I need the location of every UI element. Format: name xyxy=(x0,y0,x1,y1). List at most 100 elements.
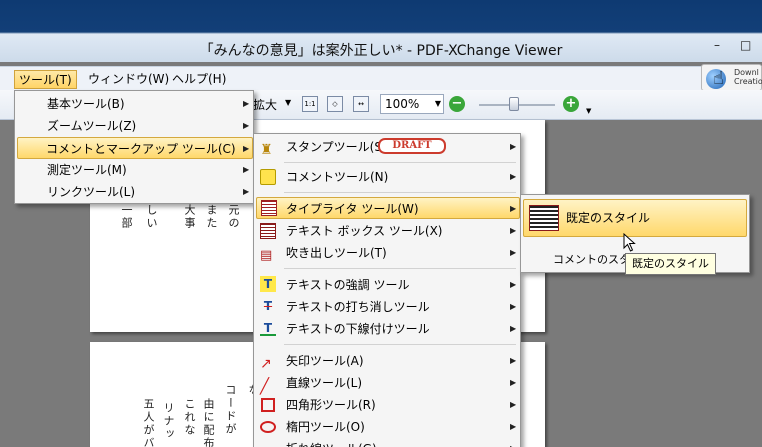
menu-item-label: 直線ツール(L) xyxy=(286,376,363,390)
chevron-right-icon: ▶ xyxy=(510,204,517,213)
highlight-text-icon: T xyxy=(260,276,276,292)
menu-item-label: テキストの打ち消しツール xyxy=(286,300,430,314)
page-text-column: これな xyxy=(183,398,196,437)
chevron-right-icon: ▶ xyxy=(510,248,517,257)
menu-separator xyxy=(284,192,516,193)
typewriter-style-icon xyxy=(529,205,559,231)
chevron-right-icon: ▶ xyxy=(510,280,517,289)
fit-width-icon[interactable]: ↔ xyxy=(353,96,369,112)
hand-pointer-icon: ☝ xyxy=(713,68,724,89)
tools-menu-item-basic[interactable]: 基本ツール(B) ▶ xyxy=(17,93,251,115)
tooltip: 既定のスタイル xyxy=(625,253,716,275)
tools-menu-item-markup[interactable]: コメントとマークアップ ツール(C) ▶ xyxy=(17,137,253,159)
style-item-default[interactable]: 既定のスタイル xyxy=(523,199,747,237)
markup-item-underline[interactable]: T テキストの下線付けツール ▶ xyxy=(256,318,518,340)
promo-text: Downl Creatio xyxy=(734,68,762,86)
menu-item-label: リンクツール(L) xyxy=(47,185,136,199)
tools-menu-item-link[interactable]: リンクツール(L) ▶ xyxy=(17,181,251,203)
page-text-column: コードが xyxy=(224,384,237,436)
markup-item-strikeout[interactable]: T テキストの打ち消しツール ▶ xyxy=(256,296,518,318)
ellipse-icon xyxy=(260,421,276,433)
chevron-down-icon[interactable]: ▼ xyxy=(435,95,441,113)
menu-item-label: 四角形ツール(R) xyxy=(286,398,376,412)
chevron-right-icon: ▶ xyxy=(510,324,517,333)
arrow-cursor-icon xyxy=(623,233,636,252)
menu-item-label: テキストの下線付けツール xyxy=(286,322,430,336)
markup-item-textbox[interactable]: テキスト ボックス ツール(X) ▶ xyxy=(256,220,518,242)
menu-separator xyxy=(284,162,516,163)
markup-item-line[interactable]: ╱ 直線ツール(L) ▶ xyxy=(256,372,518,395)
zoom-in-button[interactable]: + xyxy=(563,96,579,112)
polyline-icon: ◇ xyxy=(260,442,276,447)
markup-tools-menu: ♜ スタンプツール(S) ▶ コメントツール(N) ▶ タイプライタ ツール(W… xyxy=(253,133,521,447)
menu-separator xyxy=(284,344,516,345)
window-title: 「みんなの意見」は案外正しい* - PDF-XChange Viewer xyxy=(199,43,563,59)
menu-item-label: コメントとマークアップ ツール(C) xyxy=(46,142,236,156)
chevron-right-icon: ▶ xyxy=(243,165,250,174)
title-bar: 「みんなの意見」は案外正しい* - PDF-XChange Viewer – □ xyxy=(0,0,762,62)
page-text-column: 由に配布 xyxy=(202,398,215,447)
minimize-button[interactable]: – xyxy=(714,38,720,52)
line-icon: ╱ xyxy=(260,377,270,395)
chevron-down-icon[interactable]: ▼ xyxy=(285,98,291,107)
fit-page-icon[interactable]: ◇ xyxy=(327,96,343,112)
zoom-menu-label[interactable]: 拡大 xyxy=(253,96,277,113)
promo-line-2: Creatio xyxy=(734,77,762,86)
promo-line-1: Downl xyxy=(734,68,759,77)
markup-item-callout[interactable]: ▤ 吹き出しツール(T) ▶ xyxy=(256,242,518,264)
chevron-right-icon: ▶ xyxy=(510,172,517,181)
chevron-right-icon: ▶ xyxy=(243,99,250,108)
page-text-column: 五人がバ xyxy=(142,398,155,447)
chevron-right-icon: ▶ xyxy=(243,144,250,153)
menu-item-label: テキストの強調 ツール xyxy=(286,278,410,292)
menu-item-label: 楕円ツール(O) xyxy=(286,420,365,434)
tools-menu: 基本ツール(B) ▶ ズームツール(Z) ▶ コメントとマークアップ ツール(C… xyxy=(14,90,254,204)
menu-item-label: スタンプツール(S) xyxy=(286,140,387,154)
menu-help[interactable]: ヘルプ(H) xyxy=(168,70,230,89)
strikeout-text-icon: T xyxy=(263,299,273,313)
stamp-icon: ♜ xyxy=(260,142,273,158)
page-text-column: 一部 xyxy=(120,204,133,230)
toolbar-overflow-icon[interactable]: ▼ xyxy=(586,107,591,115)
menu-item-label: 折れ線ツール(G) xyxy=(286,438,377,447)
text-box-icon xyxy=(260,223,276,239)
zoom-out-button[interactable]: − xyxy=(449,96,465,112)
actual-size-icon[interactable]: 1:1 xyxy=(302,96,318,112)
page-text-column: また xyxy=(205,204,218,230)
menu-item-label: 測定ツール(M) xyxy=(47,163,127,177)
typewriter-icon xyxy=(261,200,277,216)
menu-bar: ツール(T) ウィンドウ(W) ヘルプ(H) xyxy=(0,66,762,90)
draft-stamp-preview: DRAFT xyxy=(378,138,446,154)
maximize-button[interactable]: □ xyxy=(740,38,751,52)
markup-item-arrow[interactable]: ↗ 矢印ツール(A) ▶ xyxy=(256,350,518,372)
chevron-right-icon: ▶ xyxy=(510,378,517,387)
page-text-column: しい xyxy=(145,204,158,230)
markup-item-rectangle[interactable]: 四角形ツール(R) ▶ xyxy=(256,394,518,416)
chevron-right-icon: ▶ xyxy=(510,422,517,431)
menu-item-label: 基本ツール(B) xyxy=(47,97,125,111)
markup-item-ellipse[interactable]: 楕円ツール(O) ▶ xyxy=(256,416,518,438)
markup-item-highlight[interactable]: T テキストの強調 ツール ▶ xyxy=(256,274,518,296)
menu-window[interactable]: ウィンドウ(W) xyxy=(84,70,173,89)
chevron-right-icon: ▶ xyxy=(510,302,517,311)
download-promo-button[interactable]: Downl Creatio xyxy=(701,64,762,91)
sticky-note-icon xyxy=(260,169,276,185)
zoom-level-field[interactable]: 100% ▼ xyxy=(380,94,444,114)
menu-tools[interactable]: ツール(T) xyxy=(14,70,77,89)
markup-item-typewriter[interactable]: タイプライタ ツール(W) ▶ xyxy=(256,197,520,219)
menu-item-label: 矢印ツール(A) xyxy=(286,354,364,368)
menu-item-label: ズームツール(Z) xyxy=(47,119,137,133)
underline-text-icon: T xyxy=(260,320,276,336)
markup-item-polyline[interactable]: ◇ 折れ線ツール(G) ▶ xyxy=(256,438,518,447)
chevron-right-icon: ▶ xyxy=(243,187,250,196)
menu-item-label: コメントツール(N) xyxy=(286,170,389,184)
markup-item-comment[interactable]: コメントツール(N) ▶ xyxy=(256,166,518,188)
tools-menu-item-measure[interactable]: 測定ツール(M) ▶ xyxy=(17,159,251,181)
tools-menu-item-zoom[interactable]: ズームツール(Z) ▶ xyxy=(17,115,251,137)
menu-item-label: 吹き出しツール(T) xyxy=(286,246,387,260)
menu-item-label: タイプライタ ツール(W) xyxy=(286,202,419,216)
chevron-right-icon: ▶ xyxy=(243,121,250,130)
chevron-right-icon: ▶ xyxy=(510,226,517,235)
zoom-slider-thumb[interactable] xyxy=(509,97,519,111)
chevron-right-icon: ▶ xyxy=(510,356,517,365)
